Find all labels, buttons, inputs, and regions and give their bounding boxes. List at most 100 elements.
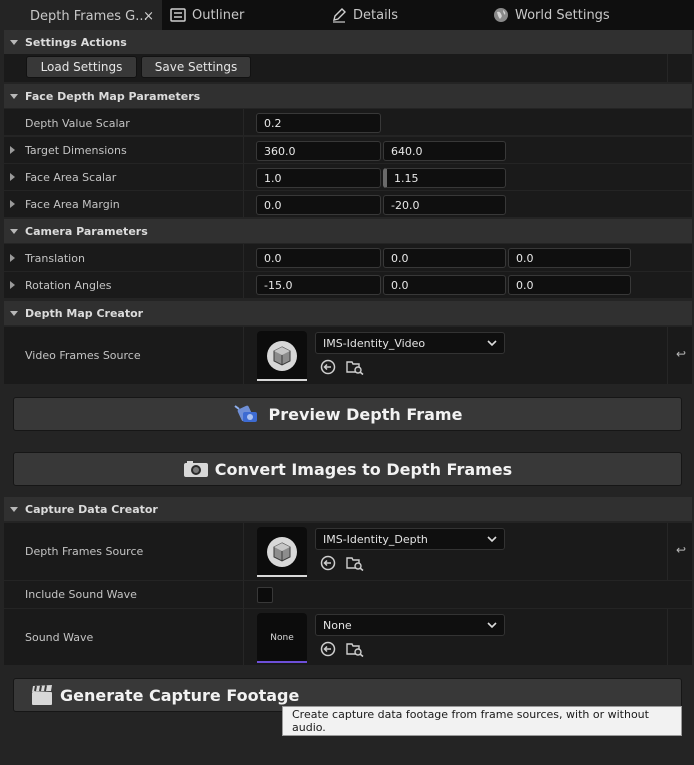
browse-asset-icon[interactable] bbox=[346, 641, 364, 657]
category-title: Depth Map Creator bbox=[25, 306, 144, 320]
asset-color-bar bbox=[257, 575, 307, 577]
category-title: Camera Parameters bbox=[25, 224, 148, 238]
category-title: Capture Data Creator bbox=[25, 502, 158, 516]
depth-value-scalar-input[interactable]: 0.2 bbox=[256, 113, 381, 133]
reset-to-default-icon[interactable]: ↩ bbox=[676, 347, 686, 361]
column-divider bbox=[243, 327, 244, 384]
property-label: Rotation Angles bbox=[25, 279, 112, 292]
property-label: Depth Value Scalar bbox=[25, 117, 130, 130]
collapse-caret-icon bbox=[10, 39, 18, 45]
row-divider bbox=[667, 609, 668, 665]
button-label: Convert Images to Depth Frames bbox=[214, 459, 513, 479]
column-divider bbox=[243, 137, 244, 163]
button-label: Generate Capture Footage bbox=[60, 685, 300, 705]
category-title: Settings Actions bbox=[25, 35, 127, 49]
tab-outliner[interactable]: Outliner bbox=[170, 0, 244, 30]
camera-preview-icon bbox=[233, 402, 263, 426]
outliner-icon bbox=[170, 7, 186, 23]
translation-y-input[interactable]: 0.0 bbox=[383, 248, 506, 268]
column-divider bbox=[243, 164, 244, 190]
tab-label: Details bbox=[353, 7, 399, 23]
tooltip: Create capture data footage from frame s… bbox=[282, 706, 682, 736]
chevron-down-icon bbox=[487, 536, 497, 543]
expand-arrow-icon[interactable] bbox=[10, 281, 15, 289]
sound-wave-combo[interactable]: None bbox=[315, 614, 505, 636]
expand-arrow-icon[interactable] bbox=[10, 200, 15, 208]
combo-value: None bbox=[323, 618, 352, 632]
browse-asset-icon[interactable] bbox=[346, 555, 364, 571]
asset-thumbnail[interactable] bbox=[257, 331, 307, 381]
category-depth-map-creator[interactable]: Depth Map Creator bbox=[4, 301, 692, 325]
clapperboard-icon bbox=[30, 684, 54, 706]
expand-arrow-icon[interactable] bbox=[10, 146, 15, 154]
property-label: Target Dimensions bbox=[25, 144, 127, 157]
depth-frames-source-combo[interactable]: IMS-Identity_Depth bbox=[315, 528, 505, 550]
load-settings-button[interactable]: Load Settings bbox=[26, 56, 137, 78]
column-divider bbox=[243, 609, 244, 665]
asset-color-bar bbox=[257, 661, 307, 663]
category-title: Face Depth Map Parameters bbox=[25, 89, 201, 103]
depth-value-scalar-row: Depth Value Scalar 0.2 bbox=[4, 109, 692, 136]
face-area-margin-y-input[interactable]: -20.0 bbox=[383, 195, 506, 215]
browse-asset-icon[interactable] bbox=[346, 359, 364, 375]
face-area-scalar-y-input[interactable]: 1.15 bbox=[383, 168, 506, 188]
chevron-down-icon bbox=[487, 340, 497, 347]
category-settings-actions[interactable]: Settings Actions bbox=[4, 30, 692, 54]
use-selected-icon[interactable] bbox=[320, 359, 336, 375]
close-icon[interactable]: × bbox=[143, 9, 154, 24]
include-sound-wave-checkbox[interactable] bbox=[257, 587, 273, 603]
combo-value: IMS-Identity_Video bbox=[323, 336, 426, 350]
asset-thumbnail[interactable]: None bbox=[257, 613, 307, 663]
use-selected-icon[interactable] bbox=[320, 641, 336, 657]
collapse-caret-icon bbox=[10, 506, 18, 512]
property-label: Depth Frames Source bbox=[25, 545, 144, 558]
category-capture-data-creator[interactable]: Capture Data Creator bbox=[4, 497, 692, 521]
translation-x-input[interactable]: 0.0 bbox=[256, 248, 381, 268]
face-area-margin-x-input[interactable]: 0.0 bbox=[256, 195, 381, 215]
use-selected-icon[interactable] bbox=[320, 555, 336, 571]
expand-arrow-icon[interactable] bbox=[10, 173, 15, 181]
row-divider bbox=[667, 523, 668, 580]
tab-label: Outliner bbox=[192, 7, 245, 23]
asset-actions bbox=[320, 641, 364, 657]
face-area-margin-row: Face Area Margin 0.0 -20.0 bbox=[4, 191, 692, 218]
column-divider bbox=[243, 581, 244, 608]
tab-world-settings[interactable]: World Settings bbox=[493, 0, 610, 30]
video-frames-source-row: Video Frames Source IMS-Identity_Video ↩ bbox=[4, 327, 692, 385]
rotation-y-input[interactable]: 0.0 bbox=[383, 275, 506, 295]
chevron-down-icon bbox=[487, 622, 497, 629]
settings-actions-row: Load Settings Save Settings bbox=[4, 54, 692, 83]
target-dimensions-x-input[interactable]: 360.0 bbox=[256, 141, 381, 161]
column-divider bbox=[243, 523, 244, 580]
globe-icon bbox=[493, 7, 509, 23]
face-area-scalar-x-input[interactable]: 1.0 bbox=[256, 168, 381, 188]
rotation-z-input[interactable]: 0.0 bbox=[508, 275, 631, 295]
tab-bar: Depth Frames G... × Outliner Details Wor… bbox=[0, 0, 694, 30]
row-divider bbox=[667, 54, 668, 82]
pencil-icon bbox=[331, 7, 347, 23]
collapse-caret-icon bbox=[10, 93, 18, 99]
video-frames-source-combo[interactable]: IMS-Identity_Video bbox=[315, 332, 505, 354]
column-divider bbox=[243, 244, 244, 271]
tab-depth-frames[interactable]: Depth Frames G... × bbox=[0, 0, 162, 30]
button-label: Preview Depth Frame bbox=[268, 404, 463, 424]
translation-z-input[interactable]: 0.0 bbox=[508, 248, 631, 268]
target-dimensions-y-input[interactable]: 640.0 bbox=[383, 141, 506, 161]
convert-images-button[interactable]: Convert Images to Depth Frames bbox=[13, 452, 682, 486]
column-divider bbox=[243, 191, 244, 217]
combo-value: IMS-Identity_Depth bbox=[323, 532, 428, 546]
property-label: Include Sound Wave bbox=[25, 588, 137, 601]
category-camera-parameters[interactable]: Camera Parameters bbox=[4, 219, 692, 243]
preview-depth-frame-button[interactable]: Preview Depth Frame bbox=[13, 397, 682, 431]
asset-thumbnail[interactable] bbox=[257, 527, 307, 577]
expand-arrow-icon[interactable] bbox=[10, 254, 15, 262]
save-settings-button[interactable]: Save Settings bbox=[141, 56, 251, 78]
reset-to-default-icon[interactable]: ↩ bbox=[676, 543, 686, 557]
tab-label: World Settings bbox=[515, 7, 610, 23]
thumbnail-label: None bbox=[270, 633, 294, 643]
category-face-depth-map[interactable]: Face Depth Map Parameters bbox=[4, 84, 692, 108]
property-label: Face Area Scalar bbox=[25, 171, 117, 184]
asset-actions bbox=[320, 359, 364, 375]
tab-details[interactable]: Details bbox=[331, 0, 398, 30]
rotation-x-input[interactable]: -15.0 bbox=[256, 275, 381, 295]
